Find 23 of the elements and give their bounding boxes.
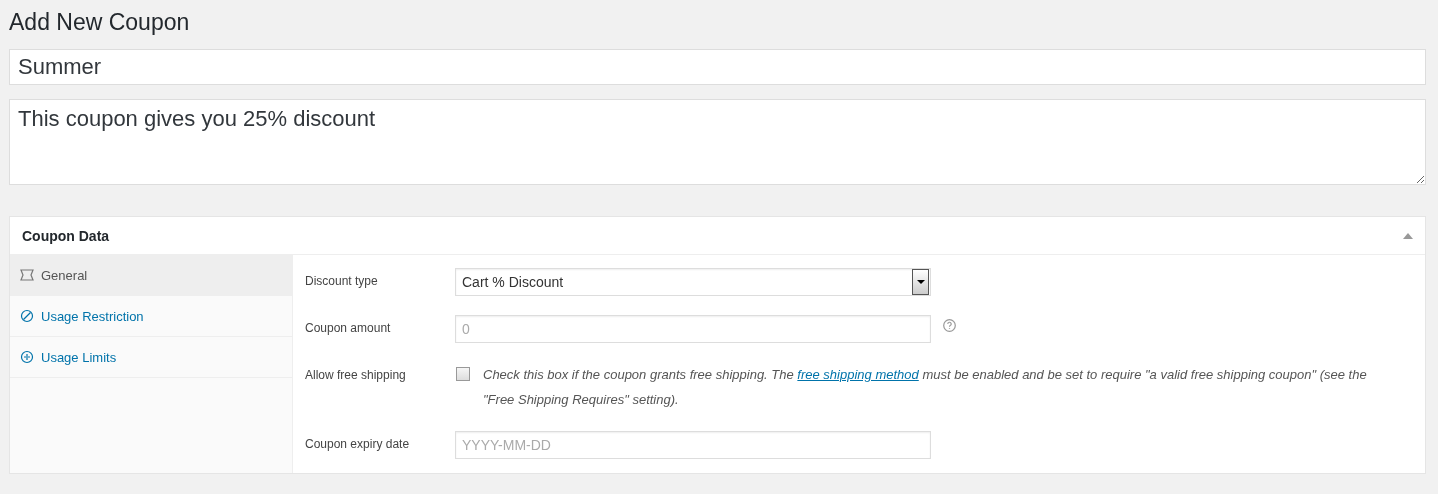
panel-tab[interactable]: General: [10, 255, 292, 296]
discount-type-select[interactable]: Cart % Discount: [455, 268, 931, 296]
amount-field[interactable]: 0: [455, 315, 931, 343]
prohibited-icon: [20, 309, 34, 323]
help-text: Check this box if the coupon grants free shipping. The free shipping method must be enabled and be set to require "a valid free shipping coupon" (see the "Free Shipping Requires" setting).: [483, 366, 1368, 409]
panel-title: Coupon Data: [22, 227, 110, 244]
panel-tab[interactable]: Usage Restriction: [10, 296, 292, 337]
coupon-code-field[interactable]: Summer: [9, 49, 1426, 85]
caret-icon: [916, 280, 925, 284]
collapse-icon[interactable]: [1403, 232, 1413, 239]
description-field[interactable]: This coupon gives you 25% discount: [9, 99, 1426, 185]
field-label: Discount type: [305, 273, 379, 288]
field-label: Coupon expiry date: [305, 436, 411, 451]
field-label: Allow free shipping: [305, 367, 407, 382]
field-label: Coupon amount: [305, 320, 392, 335]
page-title: Add New Coupon: [9, 8, 191, 37]
panel-tab[interactable]: Usage Limits: [10, 337, 292, 378]
ticket-icon: [20, 268, 34, 282]
checkbox[interactable]: [456, 367, 470, 381]
date-field[interactable]: YYYY-MM-DD: [455, 431, 931, 459]
help-icon[interactable]: [943, 319, 956, 332]
limits-icon: [20, 350, 34, 364]
text-link[interactable]: free shipping method: [797, 367, 919, 382]
